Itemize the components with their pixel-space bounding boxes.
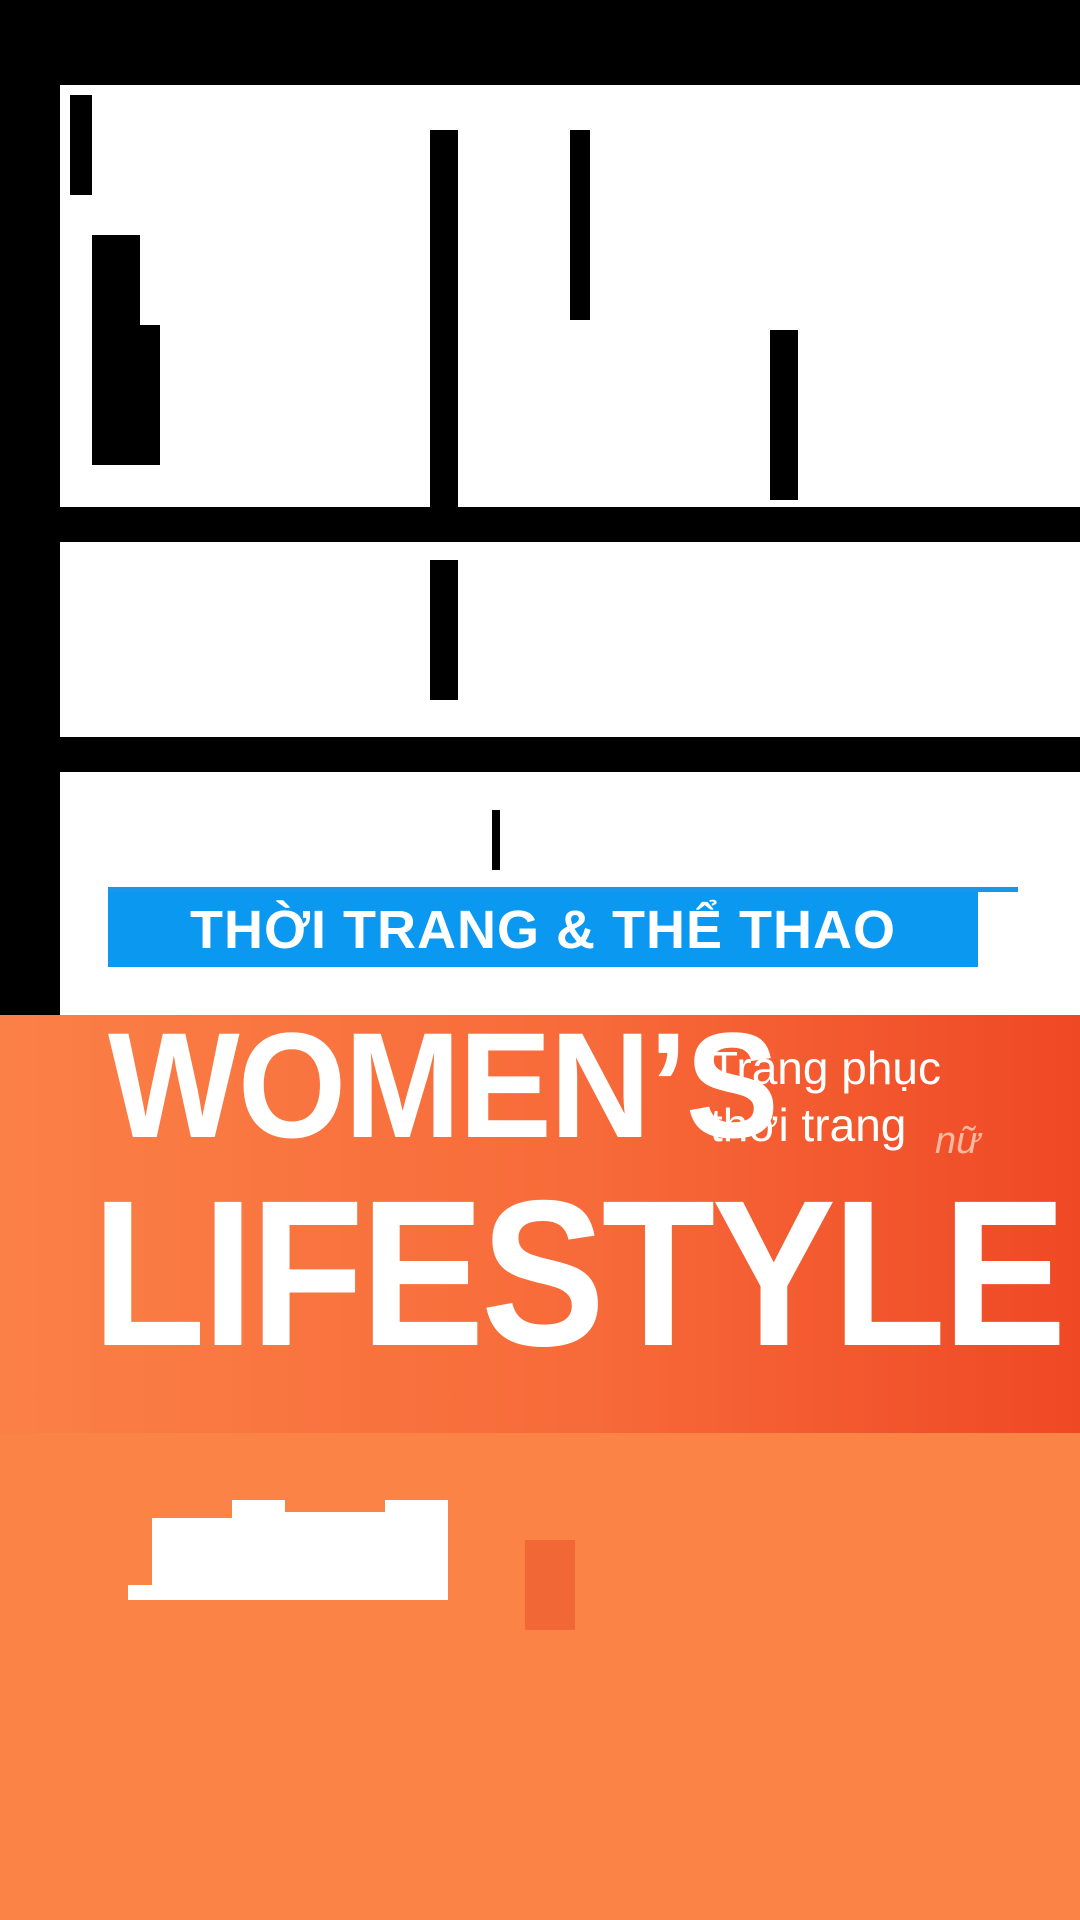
shape-notch bbox=[152, 1500, 232, 1518]
black-gap-band bbox=[0, 507, 1080, 542]
subtitle-line-2: thời trang bbox=[710, 1099, 907, 1151]
letterform-cutout bbox=[70, 95, 92, 195]
letterform-cutout bbox=[92, 235, 140, 465]
red-accent-bar bbox=[525, 1540, 575, 1630]
letterform-cutout bbox=[430, 560, 458, 700]
subtitle-line-1: Trang phục bbox=[710, 1042, 941, 1094]
subtitle-accent: nữ bbox=[935, 1120, 981, 1162]
letterform-cutout bbox=[140, 325, 160, 465]
letterform-cutout bbox=[492, 810, 500, 870]
headline-womens: WOMEN’S bbox=[108, 1001, 779, 1169]
letterform-cutout bbox=[430, 130, 458, 520]
headline-lifestyle: LIFESTYLE bbox=[92, 1158, 1067, 1390]
black-gap-band bbox=[0, 737, 1080, 772]
banner-text: THỜI TRANG & THỂ THAO bbox=[189, 899, 897, 960]
shape-notch bbox=[128, 1500, 152, 1585]
letterform-cutout bbox=[570, 130, 590, 320]
letterform-cutout bbox=[770, 330, 798, 500]
category-banner: THỜI TRANG & THỂ THAO bbox=[108, 892, 978, 967]
shape-notch bbox=[285, 1500, 385, 1512]
